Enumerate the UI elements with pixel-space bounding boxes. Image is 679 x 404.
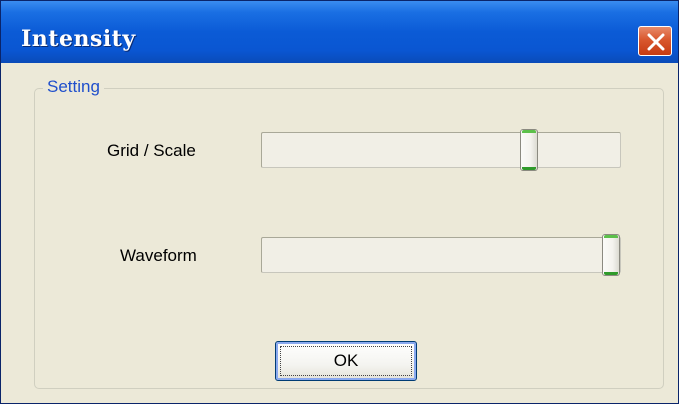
group-label: Setting: [43, 77, 104, 97]
close-icon: [647, 33, 665, 51]
title-bar[interactable]: Intensity: [1, 1, 678, 63]
grid-scale-label: Grid / Scale: [107, 141, 196, 160]
grid-scale-slider-thumb[interactable]: [520, 129, 538, 171]
ok-button-label: OK: [333, 351, 359, 370]
ok-button[interactable]: OK: [275, 341, 417, 381]
waveform-slider-thumb[interactable]: [602, 234, 620, 276]
waveform-slider[interactable]: [261, 234, 621, 276]
dialog-body: Setting Grid / Scale Waveform OK: [4, 63, 675, 401]
waveform-label: Waveform: [120, 246, 197, 265]
close-button[interactable]: [638, 26, 672, 56]
intensity-dialog: Intensity Setting Grid / Scale Waveform …: [0, 0, 679, 404]
window-title: Intensity: [21, 26, 136, 52]
grid-scale-slider[interactable]: [261, 129, 621, 171]
